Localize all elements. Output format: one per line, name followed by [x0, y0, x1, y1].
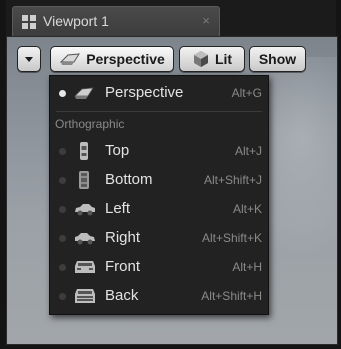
shortcut-label: Alt+Shift+J	[203, 173, 262, 187]
tab-viewport-1[interactable]: Viewport 1 ×	[12, 6, 220, 37]
menu-item-back[interactable]: Back Alt+Shift+H	[50, 282, 268, 310]
viewport-options-button[interactable]	[17, 46, 41, 72]
menu-item-bottom[interactable]: Bottom Alt+Shift+J	[50, 166, 268, 194]
menu-item-label: Bottom	[105, 171, 153, 188]
lighting-mode-button[interactable]: Lit	[179, 46, 245, 72]
menu-item-right[interactable]: Right Alt+Shift+K	[50, 224, 268, 252]
viewport-layout-icon	[21, 14, 37, 30]
shortcut-label: Alt+J	[234, 144, 262, 158]
menu-item-left[interactable]: Left Alt+K	[50, 195, 268, 223]
perspective-icon	[74, 84, 94, 102]
left-view-icon	[74, 200, 95, 218]
menu-item-label: Back	[105, 287, 139, 304]
show-button[interactable]: Show	[249, 46, 306, 72]
radio-unselected-icon	[59, 293, 66, 300]
radio-unselected-icon	[59, 235, 66, 242]
lit-sphere-icon	[192, 50, 210, 68]
bottom-view-icon	[74, 171, 94, 189]
menu-item-front[interactable]: Front Alt+H	[50, 253, 268, 281]
menu-item-label: Right	[105, 229, 141, 246]
perspective-icon	[59, 52, 81, 66]
lighting-mode-label: Lit	[214, 51, 233, 67]
chevron-down-icon	[24, 51, 34, 67]
menu-item-label: Top	[105, 142, 130, 159]
tab-title: Viewport 1	[43, 13, 109, 29]
menu-item-top[interactable]: Top Alt+J	[50, 137, 268, 165]
shortcut-label: Alt+G	[231, 86, 262, 100]
radio-unselected-icon	[59, 206, 66, 213]
show-label: Show	[258, 51, 297, 67]
tab-strip: Viewport 1 ×	[6, 0, 336, 37]
close-icon[interactable]: ×	[199, 14, 213, 28]
view-mode-label: Perspective	[86, 51, 165, 67]
section-header: Orthographic	[55, 117, 125, 131]
shortcut-label: Alt+Shift+H	[201, 289, 262, 303]
view-mode-menu: Perspective Alt+G Orthographic Top Alt+J	[49, 75, 269, 315]
viewport-window: Viewport 1 × Perspective Lit Show Perspe…	[0, 0, 341, 349]
back-view-icon	[74, 287, 95, 305]
menu-item-label: Perspective	[105, 84, 184, 101]
top-view-icon	[74, 142, 94, 160]
menu-item-perspective[interactable]: Perspective Alt+G	[50, 79, 268, 107]
radio-unselected-icon	[59, 148, 66, 155]
menu-item-label: Front	[105, 258, 141, 275]
shortcut-label: Alt+H	[232, 260, 262, 274]
menu-divider	[56, 111, 262, 112]
radio-selected-icon	[59, 90, 66, 97]
view-mode-button[interactable]: Perspective	[50, 46, 174, 72]
radio-unselected-icon	[59, 264, 66, 271]
radio-unselected-icon	[59, 177, 66, 184]
shortcut-label: Alt+K	[232, 202, 262, 216]
menu-item-label: Left	[105, 200, 131, 217]
front-view-icon	[74, 258, 95, 276]
right-view-icon	[74, 229, 95, 247]
shortcut-label: Alt+Shift+K	[201, 231, 262, 245]
